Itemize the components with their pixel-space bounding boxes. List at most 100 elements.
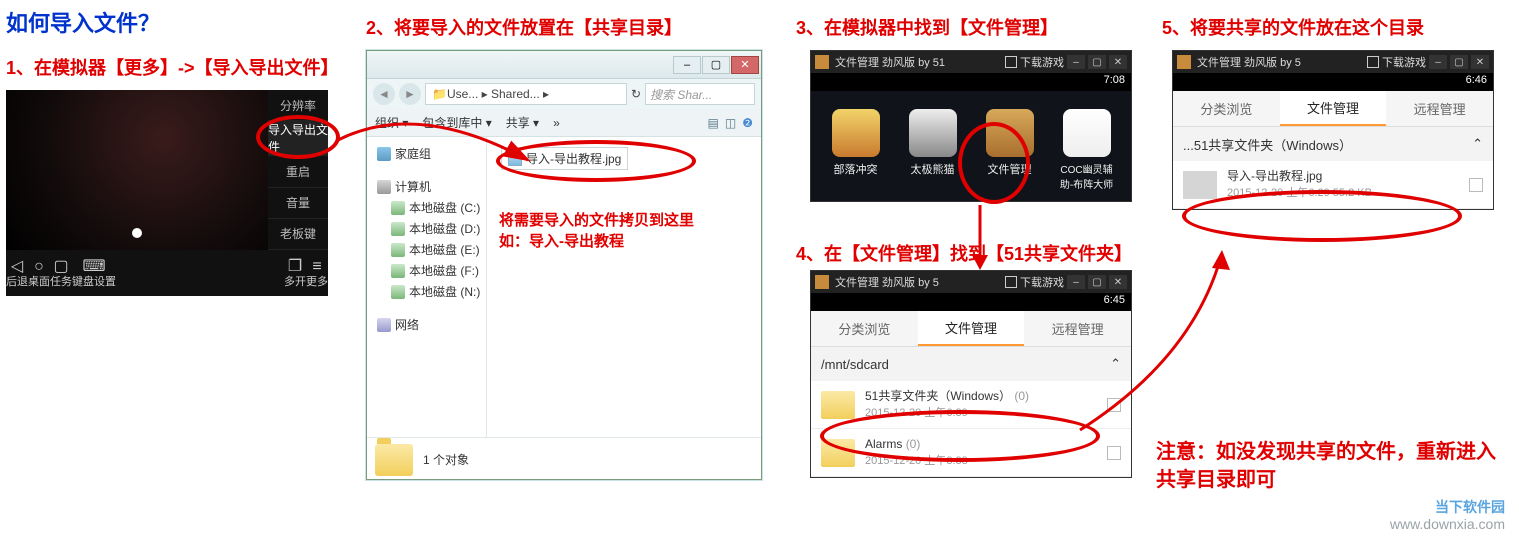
menu-volume[interactable]: 音量 <box>268 188 328 219</box>
tree-disk-c[interactable]: 本地磁盘 (C:) <box>371 197 482 218</box>
dock-back-label: 后退 <box>6 276 28 288</box>
toolbar-more[interactable]: » <box>553 116 560 130</box>
toolbar-share[interactable]: 共享 ▾ <box>506 114 539 131</box>
menu-icon: ≡ <box>306 258 328 276</box>
highlight-circle-5 <box>1182 190 1462 242</box>
tree-network[interactable]: 网络 <box>371 314 482 335</box>
app-clash[interactable]: 部落冲突 <box>826 109 886 191</box>
explorer-titlebar: – ▢ ✕ <box>367 51 761 79</box>
item-name: 导入-导出教程.jpg <box>1227 169 1322 183</box>
app-panda[interactable]: 太极熊猫 <box>903 109 963 191</box>
address-path[interactable]: 📁 Use... ▸ Shared... ▸ <box>425 83 627 105</box>
tree-label: 网络 <box>395 316 419 333</box>
dock-multi-label: 多开 <box>284 276 306 288</box>
tab-category[interactable]: 分类浏览 <box>811 311 918 346</box>
item-count: (0) <box>1014 389 1029 403</box>
help-icon[interactable]: ❷ <box>742 116 753 130</box>
tab-category[interactable]: 分类浏览 <box>1173 91 1280 126</box>
page-title: 如何导入文件？ <box>6 6 160 38</box>
image-thumb-icon <box>1183 171 1217 199</box>
dock-desktop[interactable]: ○桌面 <box>28 258 50 288</box>
app-icon <box>1177 55 1191 69</box>
nav-back-icon[interactable]: ◄ <box>373 83 395 105</box>
disk-icon <box>391 222 405 236</box>
phone5-tabs: 分类浏览 文件管理 远程管理 <box>1173 91 1493 127</box>
tab-filemgr[interactable]: 文件管理 <box>918 311 1025 346</box>
preview-icon[interactable]: ◫ <box>725 116 736 130</box>
tree-disk-e[interactable]: 本地磁盘 (E:) <box>371 239 482 260</box>
emulator-side-menu: 分辨率 导入导出文件 重启 音量 老板键 <box>268 90 328 250</box>
explorer-note: 将需要导入的文件拷贝到这里如：导入-导出教程 <box>493 210 755 252</box>
download-link[interactable]: 下载游戏 <box>1382 54 1426 70</box>
emulator-dock: ◁后退 ○桌面 ▢任务 ⌨键盘设置 ❐多开 ≡更多 <box>6 250 328 296</box>
tree-disk-d[interactable]: 本地磁盘 (D:) <box>371 218 482 239</box>
max-button[interactable]: ▢ <box>1088 55 1106 69</box>
tree-disk-n[interactable]: 本地磁盘 (N:) <box>371 281 482 302</box>
home-icon <box>1367 56 1379 68</box>
close-button[interactable]: ✕ <box>731 56 759 74</box>
phone5-path[interactable]: ...51共享文件夹（Windows）⌃ <box>1173 127 1493 161</box>
dock-more[interactable]: ≡更多 <box>306 258 328 288</box>
min-button[interactable]: – <box>1429 55 1447 69</box>
menu-restart[interactable]: 重启 <box>268 156 328 187</box>
min-button[interactable]: – <box>1067 275 1085 289</box>
tree-homegroup[interactable]: 家庭组 <box>371 143 482 164</box>
refresh-icon[interactable]: ↻ <box>631 87 641 101</box>
phone5-status: 6:46 <box>1173 73 1493 91</box>
dock-back[interactable]: ◁后退 <box>6 258 28 288</box>
nav-fwd-icon[interactable]: ► <box>399 83 421 105</box>
min-button[interactable]: – <box>1067 55 1085 69</box>
dock-desktop-label: 桌面 <box>28 276 50 288</box>
step-3-label: 3、在模拟器中找到【文件管理】 <box>796 14 1058 40</box>
dock-tasks[interactable]: ▢任务 <box>50 258 72 288</box>
menu-boss-key[interactable]: 老板键 <box>268 219 328 250</box>
homegroup-icon <box>377 147 391 161</box>
checkbox[interactable] <box>1107 446 1121 460</box>
max-button[interactable]: ▢ <box>1450 55 1468 69</box>
tree-label: 本地磁盘 (N:) <box>409 283 480 300</box>
clash-icon <box>832 109 880 157</box>
phone3-titlebar: 文件管理 劲风版 by 51 下载游戏 –▢✕ <box>811 51 1131 73</box>
dock-keyboard[interactable]: ⌨键盘设置 <box>72 258 116 288</box>
disk-icon <box>391 264 405 278</box>
tab-remote[interactable]: 远程管理 <box>1386 91 1493 126</box>
dock-multi[interactable]: ❐多开 <box>284 258 306 288</box>
explorer-address-bar: ◄ ► 📁 Use... ▸ Shared... ▸ ↻ 搜索 Shar... <box>367 79 761 109</box>
close-button[interactable]: ✕ <box>1109 55 1127 69</box>
step-4-label: 4、在【文件管理】找到【51共享文件夹】 <box>796 240 1132 266</box>
dock-more-label: 更多 <box>306 276 328 288</box>
path-text: Use... ▸ Shared... ▸ <box>447 87 549 101</box>
download-link[interactable]: 下载游戏 <box>1020 54 1064 70</box>
highlight-circle-3 <box>958 122 1030 204</box>
download-link[interactable]: 下载游戏 <box>1020 274 1064 290</box>
checkbox[interactable] <box>1469 178 1483 192</box>
phone4-path[interactable]: /mnt/sdcard⌃ <box>811 347 1131 381</box>
phone4-title: 文件管理 劲风版 by 5 <box>835 274 939 290</box>
toolbar-organize[interactable]: 组织 ▾ <box>375 114 408 131</box>
view-icon[interactable]: ▤ <box>708 116 719 130</box>
explorer-content: 导入-导出教程.jpg 将需要导入的文件拷贝到这里如：导入-导出教程 <box>487 137 761 437</box>
multi-icon: ❐ <box>284 258 306 276</box>
close-button[interactable]: ✕ <box>1471 55 1489 69</box>
maximize-button[interactable]: ▢ <box>702 56 730 74</box>
close-button[interactable]: ✕ <box>1109 275 1127 289</box>
phone4-status: 6:45 <box>811 293 1131 311</box>
explorer-search[interactable]: 搜索 Shar... <box>645 83 755 105</box>
explorer-statusbar: 1 个对象 <box>367 437 761 481</box>
disk-icon <box>391 201 405 215</box>
disk-icon <box>391 285 405 299</box>
highlight-circle-1 <box>256 115 340 159</box>
app-coc-helper[interactable]: COC幽灵辅助-布阵大师 <box>1057 109 1117 191</box>
tree-computer[interactable]: 计算机 <box>371 176 482 197</box>
minimize-button[interactable]: – <box>673 56 701 74</box>
tab-filemgr[interactable]: 文件管理 <box>1280 91 1387 126</box>
checkbox[interactable] <box>1107 398 1121 412</box>
tree-disk-f[interactable]: 本地磁盘 (F:) <box>371 260 482 281</box>
dock-tasks-label: 任务 <box>50 276 72 288</box>
folder-icon <box>375 444 413 476</box>
app-icon <box>815 275 829 289</box>
highlight-circle-4 <box>820 410 1100 462</box>
toolbar-include[interactable]: 包含到库中 ▾ <box>422 114 491 131</box>
max-button[interactable]: ▢ <box>1088 275 1106 289</box>
tab-remote[interactable]: 远程管理 <box>1024 311 1131 346</box>
